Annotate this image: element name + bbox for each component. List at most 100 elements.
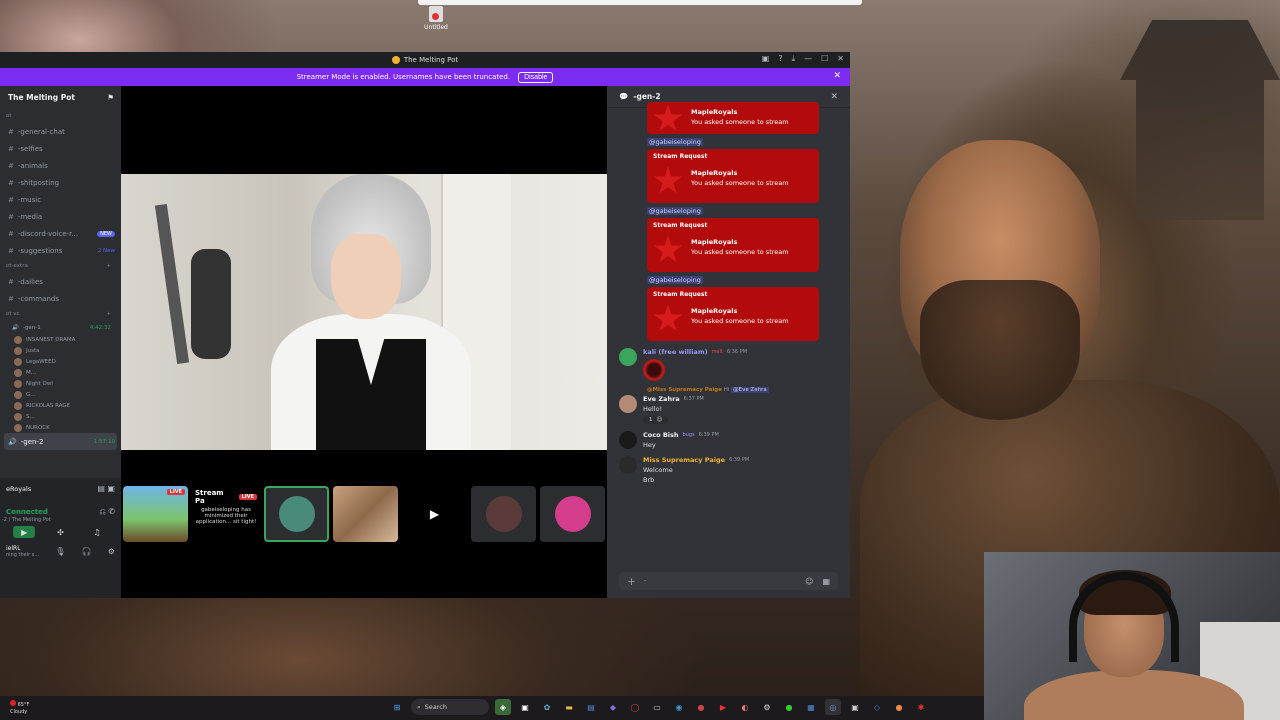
youtube-icon[interactable]: ▶ — [715, 699, 731, 715]
disable-button[interactable]: Disable — [518, 71, 554, 83]
voice-user[interactable]: INSANEST DRAMA — [4, 334, 117, 345]
reply-preview[interactable]: @Miss Supremacy Paige Hi @Eve Zahra — [647, 387, 842, 393]
desktop-file-icon[interactable]: Untitled — [424, 6, 448, 36]
mic-icon[interactable]: 🎙 — [55, 547, 65, 556]
participant-tile[interactable] — [471, 486, 536, 542]
add-channel-icon[interactable]: + — [106, 311, 111, 317]
channel-music[interactable]: # -music — [4, 191, 117, 208]
channel-shitposting[interactable]: # -shitposting — [4, 174, 117, 191]
participant-tile[interactable] — [540, 486, 605, 542]
file-explorer-icon[interactable]: ▬ — [561, 699, 577, 715]
user-mention[interactable]: @gabeiseloping — [647, 138, 703, 146]
user-mention[interactable]: @gabeiseloping — [647, 207, 703, 215]
close-icon[interactable]: ✕ — [833, 71, 841, 81]
teams-icon[interactable]: ◆ — [605, 699, 621, 715]
message[interactable]: Coco Bish bugs 6:39 PM Hey — [619, 431, 842, 449]
channel-selfies[interactable]: # -selfies — [4, 140, 117, 157]
download-icon[interactable]: ⤓ — [792, 54, 796, 64]
app-icon[interactable]: ✱ — [913, 699, 929, 715]
stream-thumb-paused[interactable]: Stream Pa LIVE gabeiseloping has minimize… — [192, 486, 260, 542]
message-author[interactable]: Eve Zahra — [643, 395, 680, 403]
voice-user[interactable]: S... — [4, 411, 117, 422]
stream-thumb-game[interactable]: LIVE — [123, 486, 188, 542]
category-header[interactable]: ot vc + — [4, 307, 117, 321]
user-mention[interactable]: @gabeiseloping — [647, 276, 703, 284]
message[interactable]: Eve Zahra 6:37 PM Hello! 1 ☺ — [619, 395, 842, 424]
message-author[interactable]: kali (free william) — [643, 348, 708, 356]
reaction-pill[interactable]: 1 ☺ — [643, 416, 669, 424]
app-icon[interactable]: ◇ — [869, 699, 885, 715]
participant-tile[interactable] — [333, 486, 398, 542]
voice-user[interactable]: NUROCK — [4, 422, 117, 433]
disconnect-icon[interactable]: ⎌ ✆ — [99, 507, 115, 517]
edge-icon[interactable]: ◉ — [671, 699, 687, 715]
channel-media[interactable]: # -media — [4, 208, 117, 225]
add-attachment-icon[interactable]: ＋ — [627, 575, 636, 588]
widget-icon[interactable]: ◈ — [495, 699, 511, 715]
opera-icon[interactable]: ◯ — [627, 699, 643, 715]
voice-channel-gen-2[interactable]: 🔊 -gen-2 1:57:10 — [4, 433, 117, 450]
stream-controls-icon[interactable]: ▤ ▣ — [97, 484, 115, 493]
start-icon[interactable]: ⊞ — [389, 699, 405, 715]
gear-icon[interactable]: ⚙ — [108, 547, 115, 556]
camera-button[interactable]: ▶ — [13, 526, 36, 538]
message-author[interactable]: Coco Bish — [643, 431, 679, 439]
voice-user[interactable]: LegaWEED — [4, 356, 117, 367]
message[interactable]: kali (free william) melt 6:36 PM — [619, 348, 842, 381]
stream-video[interactable] — [121, 174, 607, 450]
close-button[interactable]: ✕ — [837, 54, 844, 64]
task-view-icon[interactable]: ▣ — [517, 699, 533, 715]
discord-icon[interactable]: ◎ — [825, 699, 841, 715]
voice-user[interactable]: RICKOLAS RAGE — [4, 400, 117, 411]
app-icon[interactable]: ▦ — [803, 699, 819, 715]
composer-input[interactable]: · — [644, 577, 646, 585]
channel-general-chat[interactable]: # -general-chat — [4, 123, 117, 140]
inbox-icon[interactable]: ▣ — [762, 54, 770, 64]
channel-suggestions[interactable]: # -suggestions 2 New — [4, 242, 117, 259]
apps-icon[interactable]: ▦ — [822, 577, 830, 586]
stream-stage[interactable]: LIVE Stream Pa LIVE gabeiseloping has min… — [121, 86, 607, 598]
app-icon[interactable]: ● — [891, 699, 907, 715]
stream-request-card[interactable]: Stream Request MapleRoyals You asked som… — [647, 218, 819, 272]
channel-discord-voice[interactable]: # -discord-voice-r... NEW — [4, 225, 117, 242]
chrome-icon[interactable]: ● — [693, 699, 709, 715]
weather-widget[interactable]: 65°F Cloudy — [10, 700, 29, 716]
soundboard-button[interactable]: ♫ — [86, 526, 108, 538]
voice-user[interactable]: M... — [4, 367, 117, 378]
app-icon[interactable]: ▣ — [847, 699, 863, 715]
activities-button[interactable]: ✣ — [49, 526, 71, 538]
voice-user[interactable]: Night Owl — [4, 378, 117, 389]
message-composer[interactable]: ＋ · ☺ ▦ — [619, 572, 838, 590]
spotify-icon[interactable]: ● — [781, 699, 797, 715]
voice-user[interactable]: G... — [4, 389, 117, 400]
participant-tile[interactable]: ▶ — [402, 486, 467, 542]
participant-tile[interactable] — [264, 486, 329, 542]
stream-request-card[interactable]: MapleRoyals You asked someone to stream — [647, 102, 819, 134]
minimize-button[interactable]: — — [804, 54, 812, 64]
maximize-button[interactable]: ☐ — [821, 54, 828, 64]
category-header[interactable]: ot — [4, 109, 117, 123]
voice-channel-gen-1[interactable]: 🔊 -gen-1 4:42:32 — [4, 321, 117, 334]
help-icon[interactable]: ? — [778, 54, 782, 64]
headphones-icon[interactable]: 🎧 — [82, 547, 92, 556]
channel-commands[interactable]: # -commands — [4, 290, 117, 307]
store-icon[interactable]: ▤ — [583, 699, 599, 715]
voice-user[interactable]: Justa — [4, 345, 117, 356]
channel-dailies[interactable]: # -dailies — [4, 273, 117, 290]
add-member-icon[interactable]: ⚑ — [107, 93, 114, 102]
category-header[interactable]: ot-extra + — [4, 259, 117, 273]
taskbar-search[interactable]: ⌕ Search — [411, 699, 489, 715]
user-area[interactable]: ielRL ning their s... 🎙 🎧 ⚙ — [0, 541, 121, 562]
message[interactable]: Miss Supremacy Paige 6:39 PM Welcome Brb — [619, 456, 842, 484]
add-channel-icon[interactable]: + — [106, 263, 111, 269]
steam-icon[interactable]: ⚙ — [759, 699, 775, 715]
guild-header[interactable]: The Melting Pot ⚑ — [0, 86, 121, 108]
app-icon[interactable]: ▭ — [649, 699, 665, 715]
emoji-icon[interactable]: ☺ — [805, 577, 813, 586]
add-reaction-icon[interactable]: ☺ — [657, 417, 663, 423]
stream-request-card[interactable]: Stream Request MapleRoyals You asked som… — [647, 149, 819, 203]
app-icon[interactable]: ◐ — [737, 699, 753, 715]
close-icon[interactable]: ✕ — [830, 92, 838, 102]
message-author[interactable]: Miss Supremacy Paige — [643, 456, 725, 464]
stream-request-card[interactable]: Stream Request MapleRoyals You asked som… — [647, 287, 819, 341]
